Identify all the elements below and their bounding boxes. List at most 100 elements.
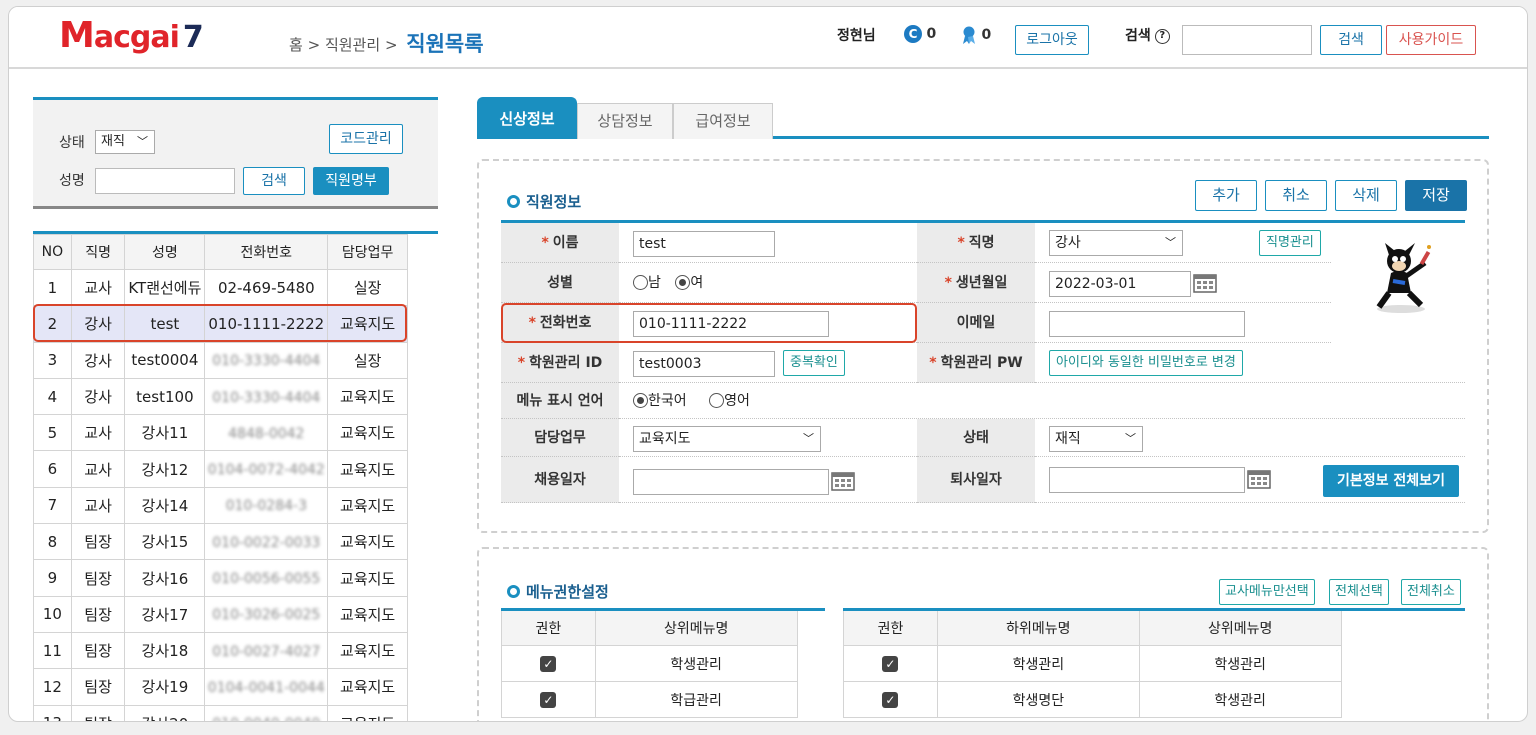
- birth-date-input[interactable]: 2022-03-01: [1049, 271, 1191, 297]
- col-duty: 담당업무: [327, 234, 408, 270]
- header-search-input[interactable]: [1182, 25, 1312, 55]
- checkbox-checked[interactable]: ✓: [882, 655, 899, 672]
- add-button[interactable]: 추가: [1195, 180, 1257, 211]
- parent-menu-cell: 학생관리: [594, 645, 798, 682]
- name-label: 성명: [59, 173, 85, 189]
- cell-no: 8: [33, 523, 72, 561]
- cell-name: 강사11: [124, 414, 206, 452]
- cell-no: 3: [33, 341, 72, 379]
- gender-male-radio[interactable]: [633, 274, 648, 290]
- table-row[interactable]: 7 교사 강사14 010-0284-3 교육지도: [33, 486, 408, 525]
- cell-duty: 교육지도: [327, 450, 408, 488]
- phone-input[interactable]: 010-1111-2222: [633, 311, 829, 337]
- cell-phone: 010-0040-0040: [204, 704, 329, 721]
- select-all-button[interactable]: 전체선택: [1329, 579, 1389, 605]
- calendar-icon[interactable]: [1193, 273, 1217, 293]
- calendar-icon[interactable]: [1247, 469, 1271, 489]
- tab-personal-info[interactable]: 신상정보: [477, 97, 577, 139]
- reset-password-button[interactable]: 아이디와 동일한 비밀번호로 변경: [1049, 350, 1243, 376]
- cell-no: 11: [33, 631, 72, 670]
- lang-field-cell: 한국어 영어: [619, 383, 1465, 419]
- bullet-icon: [507, 585, 520, 598]
- email-input[interactable]: [1049, 311, 1245, 337]
- table-row[interactable]: 2 강사 test 010-1111-2222 교육지도: [33, 305, 408, 343]
- table-row[interactable]: 4 강사 test100 010-3330-4404 교육지도: [33, 377, 408, 416]
- pw-field-label: * 학원관리 PW: [917, 343, 1035, 383]
- table-row: ✓ 학생관리 학생관리: [843, 645, 1466, 682]
- cell-phone: 4848-0042: [204, 414, 329, 452]
- cell-title: 팀장: [70, 523, 126, 561]
- cell-duty: 실장: [327, 341, 408, 379]
- view-all-basic-info-button[interactable]: 기본정보 전체보기: [1323, 465, 1459, 497]
- breadcrumb-home[interactable]: 홈: [289, 36, 303, 54]
- cell-duty: 실장: [327, 268, 408, 307]
- cancel-button[interactable]: 취소: [1265, 180, 1327, 211]
- job-manage-button[interactable]: 직명관리: [1259, 230, 1321, 256]
- retire-field-label: 퇴사일자: [917, 457, 1035, 503]
- table-row[interactable]: 3 강사 test0004 010-3330-4404 실장: [33, 341, 408, 379]
- breadcrumb-staff-mgmt[interactable]: 직원관리: [325, 36, 380, 54]
- table-row[interactable]: 1 교사 KT랜선에듀 02-469-5480 실장: [33, 268, 408, 307]
- help-icon[interactable]: ?: [1154, 28, 1170, 44]
- hire-date-input[interactable]: [633, 469, 829, 495]
- name-search-input[interactable]: [95, 168, 235, 194]
- ribbon-counter[interactable]: 0: [961, 25, 991, 45]
- job-select[interactable]: 강사 ﹀: [1049, 230, 1183, 256]
- table-row[interactable]: 9 팀장 강사16 010-0056-0055 교육지도: [33, 559, 408, 597]
- tab-salary-info[interactable]: 급여정보: [673, 103, 773, 139]
- retire-date-input[interactable]: [1049, 467, 1245, 493]
- staff-roster-button[interactable]: 직원명부: [313, 167, 389, 195]
- user-guide-button[interactable]: 사용가이드: [1386, 25, 1476, 55]
- permission-cell: ✓: [843, 645, 938, 682]
- table-row[interactable]: 12 팀장 강사19 0104-0041-0044 교육지도: [33, 668, 408, 706]
- cell-name: 강사19: [124, 668, 206, 706]
- lang-english-radio[interactable]: [709, 392, 725, 408]
- table-row[interactable]: 5 교사 강사11 4848-0042 교육지도: [33, 414, 408, 452]
- header-search-button[interactable]: 검색: [1320, 25, 1382, 55]
- cell-title: 교사: [70, 268, 126, 307]
- code-manage-button[interactable]: 코드관리: [329, 124, 403, 154]
- id-field-label: * 학원관리 ID: [501, 343, 619, 383]
- filter-search-button[interactable]: 검색: [243, 167, 305, 195]
- table-row[interactable]: 6 교사 강사12 0104-0072-4042 교육지도: [33, 450, 408, 488]
- checkbox-checked[interactable]: ✓: [540, 691, 557, 708]
- deselect-all-button[interactable]: 전체취소: [1401, 579, 1461, 605]
- cell-title: 팀장: [70, 631, 126, 670]
- birth-field-label: * 생년월일: [917, 263, 1035, 303]
- gender-female-radio[interactable]: [675, 274, 691, 290]
- logout-button[interactable]: 로그아웃: [1015, 25, 1089, 55]
- c-counter[interactable]: C 0: [904, 25, 936, 43]
- cell-no: 13: [33, 704, 72, 721]
- calendar-icon[interactable]: [831, 471, 855, 491]
- save-button[interactable]: 저장: [1405, 180, 1467, 211]
- cell-no: 6: [33, 450, 72, 488]
- table-row[interactable]: 8 팀장 강사15 010-0022-0033 교육지도: [33, 523, 408, 561]
- status-detail-select[interactable]: 재직 ﹀: [1049, 426, 1143, 452]
- cell-name: 강사16: [124, 559, 206, 597]
- table-header-row: 권한 상위메뉴명: [501, 609, 825, 646]
- checkbox-checked[interactable]: ✓: [540, 655, 557, 672]
- c-icon: C: [904, 25, 922, 43]
- academy-id-input[interactable]: test0003: [633, 351, 775, 377]
- table-row[interactable]: 11 팀장 강사18 010-0027-4027 교육지도: [33, 631, 408, 670]
- cell-title: 교사: [70, 450, 126, 488]
- status-select[interactable]: 재직 ﹀: [95, 130, 155, 154]
- duty-select[interactable]: 교육지도 ﹀: [633, 426, 821, 452]
- cell-title: 팀장: [70, 704, 126, 721]
- tab-counseling-info[interactable]: 상담정보: [577, 103, 673, 139]
- name-input[interactable]: test: [633, 231, 775, 257]
- profile-photo[interactable]: [1345, 233, 1455, 319]
- col-phone: 전화번호: [204, 234, 329, 270]
- teacher-menu-only-button[interactable]: 교사메뉴만선택: [1219, 579, 1315, 605]
- table-row[interactable]: 10 팀장 강사17 010-3026-0025 교육지도: [33, 595, 408, 633]
- delete-button[interactable]: 삭제: [1335, 180, 1397, 211]
- cell-no: 10: [33, 595, 72, 633]
- logo[interactable]: Macgai 7: [59, 15, 204, 56]
- lang-korean-radio[interactable]: [633, 392, 648, 408]
- duty-field-label: 담당업무: [501, 419, 619, 457]
- duplicate-check-button[interactable]: 중복확인: [783, 350, 845, 376]
- cell-name: 강사17: [124, 595, 206, 633]
- col-permission: 권한: [501, 609, 596, 646]
- checkbox-checked[interactable]: ✓: [882, 691, 899, 708]
- table-row[interactable]: 13팀장강사20010-0040-0040교육지도: [33, 704, 408, 721]
